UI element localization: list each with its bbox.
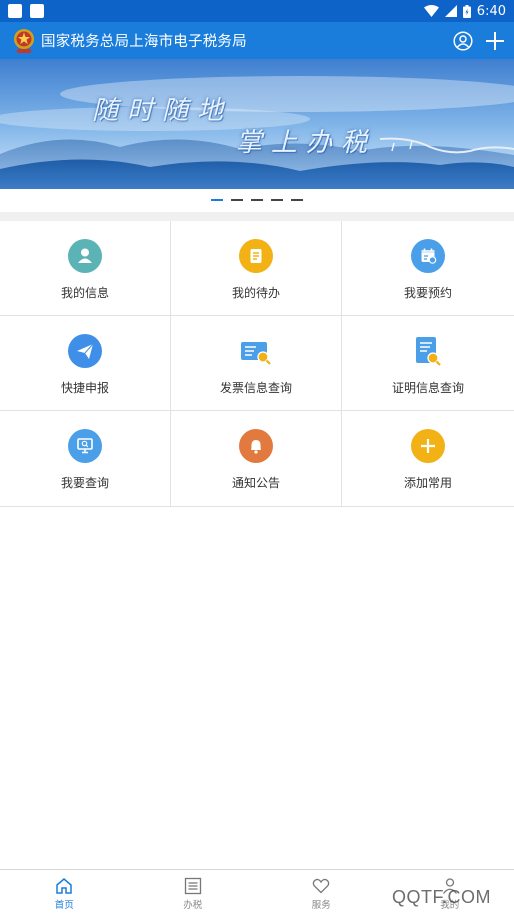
status-indicators: 6:40 — [423, 3, 506, 19]
grid-item-label: 发票信息查询 — [219, 381, 292, 395]
grid-item-quick-filing[interactable]: 快捷申报 — [0, 316, 171, 411]
status-bar: 6:40 — [0, 0, 514, 22]
invoice-search-icon — [239, 334, 273, 368]
grid-item-label: 添加常用 — [403, 476, 452, 490]
grid-item-certificate-query[interactable]: 证明信息查询 — [342, 316, 514, 411]
notification-icon — [30, 4, 44, 18]
paper-plane-icon — [68, 334, 102, 368]
banner-slogan-line2: 掌上办税 — [236, 128, 377, 158]
function-grid: 我的信息 我的待办 我要预约 快捷申报 发票信息查询 证明信息查询 我要查询 通… — [0, 221, 514, 507]
grid-item-label: 我的信息 — [60, 286, 109, 300]
watermark: QQTF.COM — [392, 887, 491, 907]
nav-tax[interactable]: 办税 — [129, 870, 258, 914]
pager-indicator[interactable] — [251, 199, 263, 201]
bell-icon — [239, 429, 273, 463]
nav-services[interactable]: 服务 — [257, 870, 386, 914]
header-title: 国家税务总局上海市电子税务局 — [41, 34, 247, 50]
grid-item-notices[interactable]: 通知公告 — [171, 411, 342, 507]
heart-icon — [311, 876, 331, 896]
nav-home[interactable]: 首页 — [0, 870, 129, 914]
grid-item-add-favorite[interactable]: 添加常用 — [342, 411, 514, 507]
section-divider — [0, 212, 514, 221]
battery-icon — [462, 4, 471, 18]
home-icon — [54, 876, 74, 896]
grid-item-appointment[interactable]: 我要预约 — [342, 221, 514, 316]
nav-label-tax: 办税 — [183, 900, 203, 911]
grid-item-my-info[interactable]: 我的信息 — [0, 221, 171, 316]
plus-icon — [486, 31, 504, 50]
user-icon — [68, 239, 102, 273]
monitor-search-icon — [68, 429, 102, 463]
calendar-icon — [411, 239, 445, 273]
grid-item-my-query[interactable]: 我要查询 — [0, 411, 171, 507]
notification-icon — [8, 4, 22, 18]
tax-emblem-logo — [12, 28, 36, 54]
grid-item-label: 通知公告 — [231, 476, 280, 490]
header-actions — [452, 30, 506, 52]
grid-item-label: 我要查询 — [60, 476, 109, 490]
banner-slogan-line1: 随时随地 — [92, 96, 233, 126]
add-button[interactable] — [484, 30, 506, 52]
pager-indicator[interactable] — [231, 199, 243, 201]
nav-label-home: 首页 — [54, 900, 74, 911]
nav-label-services: 服务 — [311, 900, 331, 911]
plus-icon — [411, 429, 445, 463]
grid-item-label: 证明信息查询 — [391, 381, 464, 395]
banner-pager — [0, 194, 514, 206]
pager-indicator[interactable] — [271, 199, 283, 201]
todo-list-icon — [239, 239, 273, 273]
app-screen: 6:40 国家税务总局上海市电子税务局 随时随地 掌上办税 我的信息 我的待办 … — [0, 0, 514, 914]
user-account-button[interactable] — [452, 30, 474, 52]
wifi-icon — [423, 5, 439, 17]
grid-item-invoice-query[interactable]: 发票信息查询 — [171, 316, 342, 411]
app-header: 国家税务总局上海市电子税务局 — [0, 22, 514, 59]
grid-item-label: 快捷申报 — [60, 381, 109, 395]
grid-item-label: 我要预约 — [403, 286, 452, 300]
list-icon — [183, 876, 203, 896]
pager-indicator[interactable] — [291, 199, 303, 201]
user-circle-icon — [453, 30, 473, 51]
grid-item-my-todo[interactable]: 我的待办 — [171, 221, 342, 316]
signal-icon — [444, 5, 457, 17]
banner-carousel[interactable]: 随时随地 掌上办税 — [0, 59, 514, 189]
notification-icons — [8, 4, 44, 18]
status-time: 6:40 — [476, 3, 506, 19]
certificate-search-icon — [411, 334, 445, 368]
pager-indicator-active[interactable] — [211, 199, 223, 201]
grid-item-label: 我的待办 — [231, 286, 280, 300]
